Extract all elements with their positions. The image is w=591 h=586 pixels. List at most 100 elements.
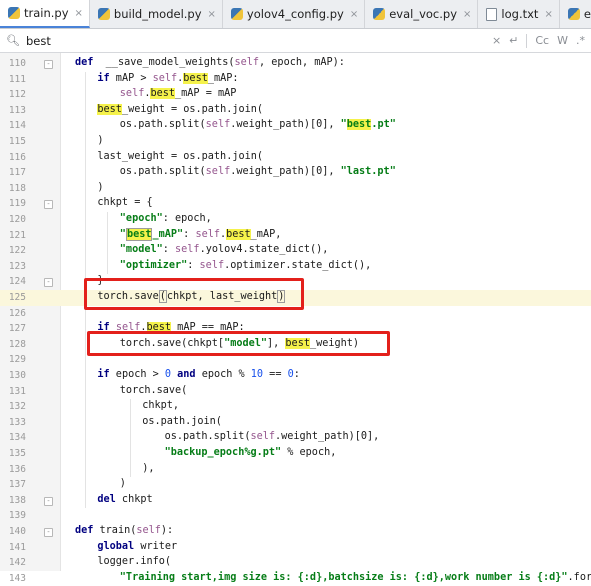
line-number: 130 <box>8 370 26 381</box>
python-file-icon <box>567 8 580 20</box>
line-number: 111 <box>8 73 26 85</box>
search-match: best <box>97 103 122 115</box>
code-line[interactable]: 112 self.best_mAP = mAP <box>0 87 591 103</box>
code-line[interactable]: 143 "Training start,img size is: {:d},bat… <box>0 571 591 586</box>
code-token: logger.info( <box>97 556 171 568</box>
code-line[interactable]: 138 - del chkpt <box>0 493 591 509</box>
search-input[interactable] <box>23 32 328 49</box>
code-line[interactable]: 116 last_weight = os.path.join( <box>0 150 591 166</box>
line-number: 121 <box>8 229 26 241</box>
code-line[interactable]: 131 torch.save( <box>0 384 591 400</box>
search-match: best <box>183 72 208 84</box>
line-number: 133 <box>8 416 26 428</box>
code-line[interactable]: 115) <box>0 134 591 150</box>
code-text: chkpt, <box>142 400 179 411</box>
close-tab-icon[interactable]: × <box>208 9 216 20</box>
code-line[interactable]: 118) <box>0 181 591 197</box>
tab-train-py[interactable]: train.py × <box>0 0 90 28</box>
code-line[interactable]: 142 logger.info( <box>0 555 591 571</box>
code-line[interactable]: 119 - chkpt = { <box>0 196 591 212</box>
code-text: def train(self): <box>75 525 173 536</box>
code-line[interactable]: 137) <box>0 477 591 493</box>
code-line[interactable]: 113 best_weight = os.path.join( <box>0 103 591 119</box>
fold-toggle-icon[interactable]: - <box>44 60 53 69</box>
code-token: os.path.join( <box>142 415 222 427</box>
line-number: 113 <box>8 104 26 116</box>
line-number: 125 <box>8 292 26 303</box>
code-editor[interactable]: 110- def __save_model_weights(self, epoch… <box>0 53 591 584</box>
code-line[interactable]: 120 "epoch": epoch, <box>0 212 591 228</box>
fold-toggle-icon[interactable]: - <box>44 278 53 288</box>
fold-toggle-icon[interactable]: - <box>44 200 53 210</box>
text-file-icon <box>486 7 498 21</box>
code-line[interactable]: 140 - def train(self): <box>0 524 591 540</box>
code-token: chkpt, <box>142 400 179 412</box>
code-token: _weight = os.path.join( <box>121 103 264 115</box>
annotation-box-2 <box>87 330 390 356</box>
code-token: del <box>97 493 116 505</box>
code-line[interactable]: 121 "best_mAP": self.best_mAP, <box>0 227 591 244</box>
code-token: self <box>175 244 200 256</box>
code-token: train( <box>93 525 137 536</box>
match-case-toggle[interactable]: Cc <box>535 34 549 47</box>
code-line[interactable]: 114 os.path.split(self.weight_path)[0], "… <box>0 118 591 134</box>
code-token: self <box>205 119 231 131</box>
line-number: 143 <box>8 572 26 584</box>
code-token: _mAP, <box>250 228 282 240</box>
tab-eval-voc-py[interactable]: eval_voc.py × <box>365 0 479 28</box>
code-line[interactable]: 122 "model": self.yolov4.state_dict(), <box>0 243 591 259</box>
line-number: 114 <box>8 120 26 132</box>
code-line[interactable]: 110 - def __save_model_weights(self, epoch… <box>0 56 591 72</box>
line-number: 126 <box>8 307 26 319</box>
code-token: os.path.split( <box>119 119 206 131</box>
search-icon[interactable]: 🔍︎ <box>6 34 20 47</box>
search-match: best <box>125 227 153 241</box>
new-line-icon[interactable]: ↵ <box>509 34 518 47</box>
tab-label: build_model.py <box>113 7 202 21</box>
tab-build-model-py[interactable]: build_model.py × <box>90 0 223 28</box>
line-number: 118 <box>8 182 26 194</box>
code-text: "optimizer": self.optimizer.state_dict()… <box>120 260 372 271</box>
code-line[interactable]: 117 os.path.split(self.weight_path)[0], "… <box>0 165 591 181</box>
close-tab-icon[interactable]: × <box>350 9 358 20</box>
code-line[interactable]: 141 global writer <box>0 540 591 556</box>
clear-search-icon[interactable]: × <box>492 34 501 47</box>
regex-toggle[interactable]: .* <box>576 34 585 47</box>
code-text: if mAP > self.best_mAP: <box>97 72 239 84</box>
code-line[interactable]: 133 os.path.join( <box>0 415 591 431</box>
python-file-icon <box>8 7 20 19</box>
tab-evaluator-py[interactable]: evaluator.py× <box>560 0 591 28</box>
code-token: if <box>97 369 110 380</box>
line-number: 135 <box>8 448 26 459</box>
line-number: 119 <box>8 198 26 210</box>
code-line[interactable]: 134 os.path.split(self.weight_path)[0], <box>0 430 591 446</box>
tab-label: yolov4_config.py <box>246 7 344 21</box>
line-number: 138 <box>8 494 26 506</box>
tab-yolov4-config-py[interactable]: yolov4_config.py × <box>223 0 366 28</box>
code-line[interactable]: 135 "backup_epoch%g.pt" % epoch, <box>0 446 591 462</box>
tab-log-txt[interactable]: log.txt × <box>478 0 560 28</box>
line-number: 132 <box>8 401 26 413</box>
code-line[interactable]: 139 <box>0 508 591 524</box>
fold-toggle-icon[interactable]: - <box>44 496 53 506</box>
close-tab-icon[interactable]: × <box>463 9 471 20</box>
code-line[interactable]: 111 if mAP > self.best_mAP: <box>0 72 591 88</box>
fold-toggle-icon[interactable]: - <box>44 528 53 537</box>
code-token: self <box>195 228 220 240</box>
code-line[interactable]: 123 "optimizer": self.optimizer.state_dic… <box>0 259 591 275</box>
whole-words-toggle[interactable]: W <box>557 34 568 47</box>
code-token: self <box>234 57 260 68</box>
code-line[interactable]: 130 if epoch > 0 and epoch % 10 == 0: <box>0 368 591 384</box>
close-tab-icon[interactable]: × <box>75 8 83 19</box>
code-token: % epoch, <box>281 447 337 458</box>
close-tab-icon[interactable]: × <box>544 9 552 20</box>
code-token: .yolov4.state_dict(), <box>199 244 329 256</box>
code-text: if epoch > 0 and epoch % 10 == 0: <box>97 369 299 380</box>
code-token: self <box>152 72 178 84</box>
code-line[interactable]: 136), <box>0 462 591 478</box>
code-line[interactable]: 132 chkpt, <box>0 399 591 415</box>
code-token: _mAP = mAP <box>175 88 237 100</box>
indent-guide <box>107 212 109 275</box>
tab-label: eval_voc.py <box>389 7 458 21</box>
line-number: 139 <box>8 510 26 522</box>
